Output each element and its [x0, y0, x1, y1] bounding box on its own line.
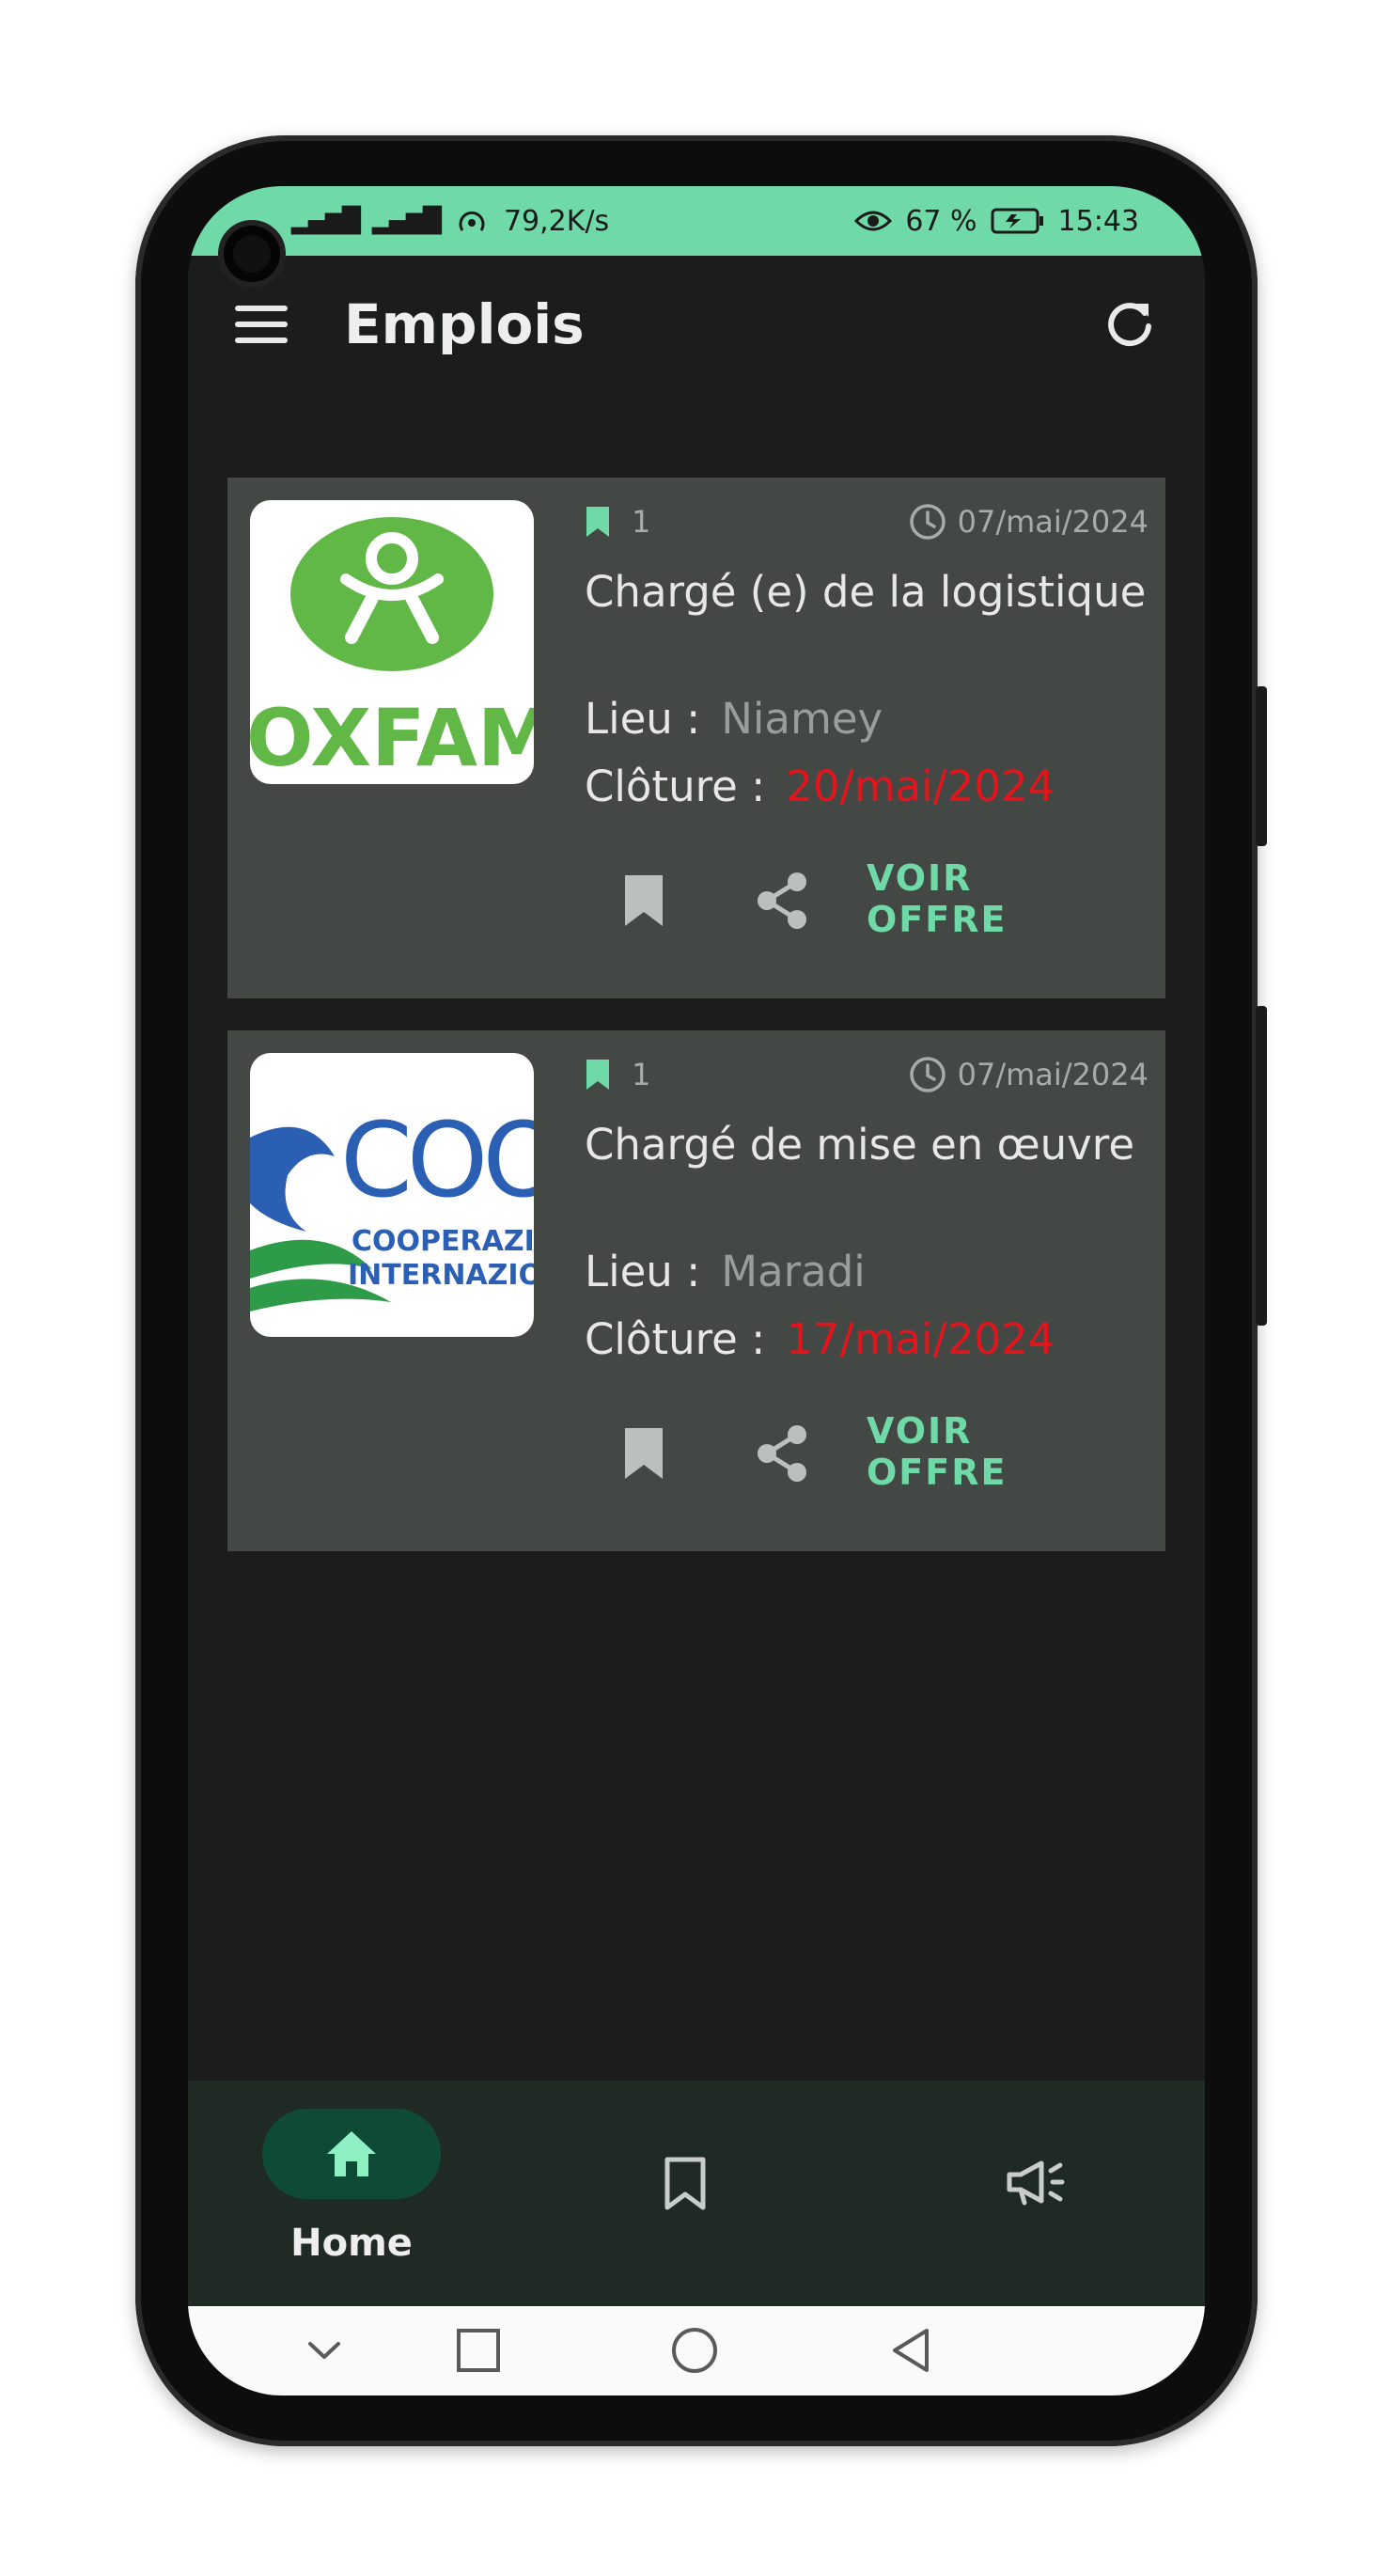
home-circle-icon[interactable]	[669, 2325, 720, 2376]
save-count: 1	[632, 1057, 651, 1092]
recents-icon[interactable]	[453, 2325, 504, 2376]
job-title: Chargé de mise en œuvre	[585, 1120, 1134, 1170]
eye-icon	[854, 211, 893, 231]
nav-item-home[interactable]: Home	[258, 2109, 445, 2278]
back-icon[interactable]	[885, 2325, 936, 2376]
deadline-label: Clôture :	[585, 1314, 766, 1364]
nav-home-label: Home	[290, 2222, 413, 2265]
chevron-down-icon[interactable]	[299, 2325, 350, 2376]
share-icon[interactable]	[754, 871, 810, 931]
hotspot-icon	[459, 211, 485, 231]
coop-logo-sub1: COOPERAZIONE	[352, 1225, 534, 1258]
clock-icon	[909, 504, 946, 540]
refresh-icon[interactable]	[1102, 296, 1158, 353]
card-actions: VOIR OFFRE	[227, 1406, 1165, 1493]
status-bar: ▂▄▆█ ▂▄▆█ 79,2K/s 67 % 15:43	[188, 186, 1205, 256]
bookmark-icon[interactable]	[664, 2156, 707, 2212]
view-offer-button[interactable]: VOIR OFFRE	[867, 1410, 1120, 1493]
job-card[interactable]: OXFAM 1 07/mai/2024 Chargé (e) de la log…	[227, 478, 1165, 998]
location-value: Niamey	[721, 694, 883, 744]
volume-button	[1256, 1006, 1267, 1326]
battery-percent: 67 %	[905, 204, 977, 238]
oxfam-logo-text: OXFAM	[250, 692, 534, 784]
screen: ▂▄▆█ ▂▄▆█ 79,2K/s 67 % 15:43 Emplois OXF…	[188, 186, 1205, 2395]
deadline-line: Clôture : 17/mai/2024	[585, 1314, 1055, 1364]
posted-date-wrap: 07/mai/2024	[909, 503, 1149, 541]
location-label: Lieu :	[585, 694, 701, 744]
coop-logo-text: COOP	[340, 1100, 534, 1220]
battery-icon	[991, 208, 1043, 234]
page-title: Emplois	[344, 292, 585, 356]
signal-icon: ▂▄▆█	[291, 207, 361, 235]
home-pill[interactable]	[262, 2109, 441, 2199]
app-bar: Emplois	[188, 256, 1205, 393]
coop-logo-icon: COOP COOPERAZIONE INTERNAZIONALE	[250, 1100, 534, 1312]
save-count: 1	[632, 504, 651, 540]
deadline-label: Clôture :	[585, 762, 766, 811]
status-left: ▂▄▆█ ▂▄▆█ 79,2K/s	[291, 205, 609, 238]
bookmark-icon	[586, 1060, 609, 1090]
net-speed: 79,2K/s	[503, 204, 610, 238]
bookmark-icon[interactable]	[622, 872, 665, 929]
signal-icon-2: ▂▄▆█	[371, 207, 442, 235]
deadline-value: 20/mai/2024	[786, 762, 1055, 811]
bookmark-icon	[586, 507, 609, 537]
card-actions: VOIR OFFRE	[227, 854, 1165, 940]
clock-time: 15:43	[1057, 204, 1139, 238]
company-logo-oxfam: OXFAM	[250, 500, 534, 784]
posted-date: 07/mai/2024	[957, 504, 1149, 540]
location-value: Maradi	[721, 1247, 866, 1296]
share-icon[interactable]	[754, 1423, 810, 1484]
view-offer-button[interactable]: VOIR OFFRE	[867, 857, 1120, 940]
card-meta: 1 07/mai/2024	[585, 1051, 1149, 1098]
home-icon	[327, 2131, 376, 2176]
system-nav-bar	[188, 2306, 1205, 2395]
coop-logo-sub2: INTERNAZIONALE	[348, 1259, 534, 1292]
deadline-line: Clôture : 20/mai/2024	[585, 762, 1055, 811]
posted-date: 07/mai/2024	[957, 1057, 1149, 1092]
card-meta: 1 07/mai/2024	[585, 498, 1149, 545]
bottom-nav: Home	[188, 2081, 1205, 2306]
status-right: 67 % 15:43	[854, 205, 1139, 238]
location-label: Lieu :	[585, 1247, 701, 1296]
bookmark-icon[interactable]	[622, 1425, 665, 1482]
megaphone-icon[interactable]	[1004, 2154, 1066, 2210]
menu-icon[interactable]	[235, 306, 288, 343]
posted-date-wrap: 07/mai/2024	[909, 1056, 1149, 1093]
job-card[interactable]: COOP COOPERAZIONE INTERNAZIONALE 1 07/ma…	[227, 1030, 1165, 1551]
clock-icon	[909, 1057, 946, 1092]
deadline-value: 17/mai/2024	[786, 1314, 1055, 1364]
power-button	[1256, 686, 1267, 846]
oxfam-logo-icon: OXFAM	[250, 517, 534, 784]
job-title: Chargé (e) de la logistique	[585, 567, 1147, 617]
company-logo-coop: COOP COOPERAZIONE INTERNAZIONALE	[250, 1053, 534, 1337]
location-line: Lieu : Maradi	[585, 1247, 866, 1296]
location-line: Lieu : Niamey	[585, 694, 883, 744]
